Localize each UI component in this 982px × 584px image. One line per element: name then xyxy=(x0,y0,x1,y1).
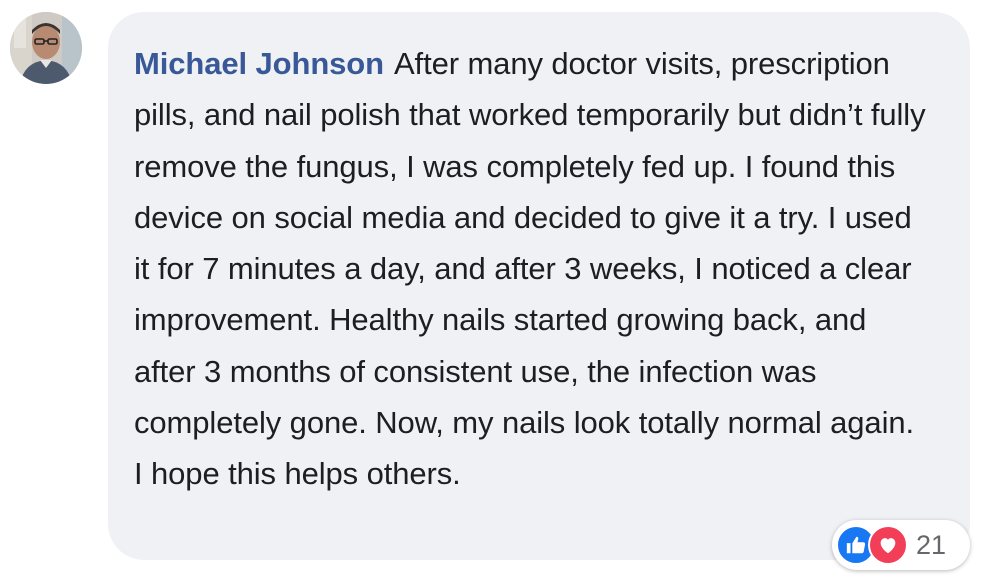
comment: Michael Johnson After many doctor visits,… xyxy=(0,0,982,584)
comment-text: After many doctor visits, prescription p… xyxy=(134,46,926,492)
reactions-summary[interactable]: 21 xyxy=(832,520,970,570)
comment-bubble: Michael Johnson After many doctor visits,… xyxy=(108,12,970,560)
comment-body: Michael Johnson After many doctor visits,… xyxy=(134,38,930,500)
love-icon xyxy=(868,525,908,565)
avatar[interactable] xyxy=(10,12,82,84)
avatar-image xyxy=(10,12,82,84)
reaction-count: 21 xyxy=(916,529,947,560)
author-name[interactable]: Michael Johnson xyxy=(134,46,384,81)
